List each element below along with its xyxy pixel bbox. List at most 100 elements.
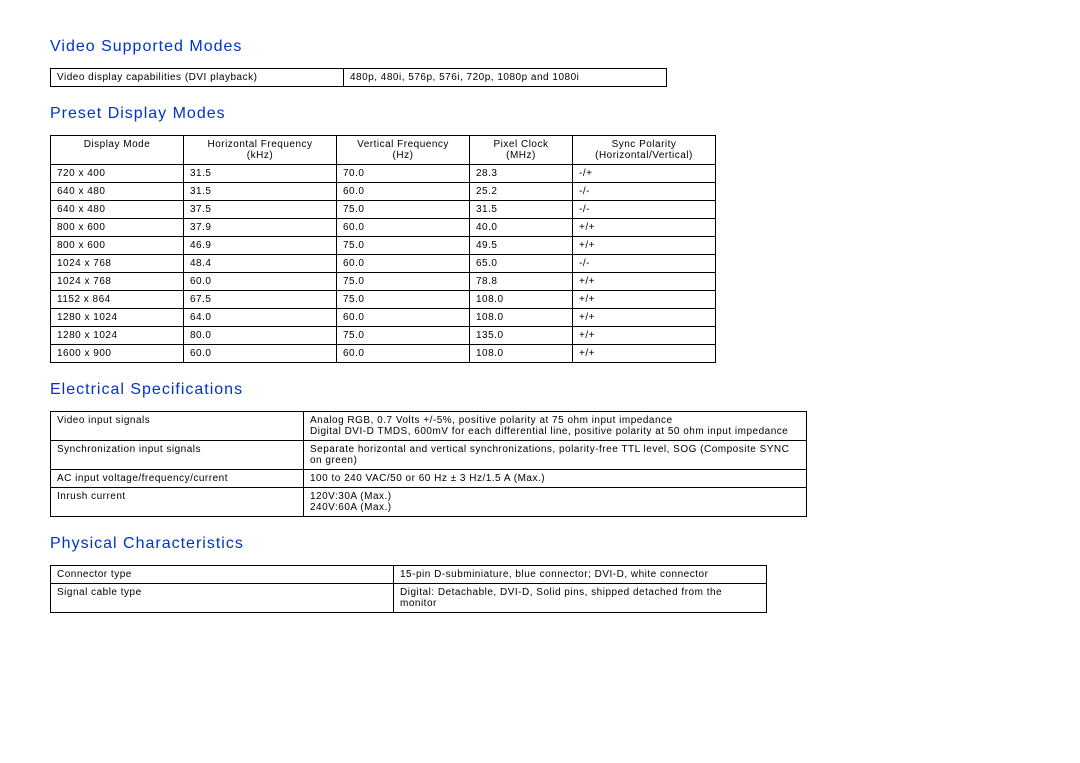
- table-row: 640 x 48037.575.031.5-/-: [51, 201, 716, 219]
- col-display-mode: Display Mode: [51, 136, 184, 165]
- section-title-electrical: Electrical Specifications: [50, 381, 1030, 399]
- cell: 108.0: [470, 345, 573, 363]
- cell-value: 15-pin D-subminiature, blue connector; D…: [394, 566, 767, 584]
- table-row: Video display capabilities (DVI playback…: [51, 69, 667, 87]
- cell-value: 100 to 240 VAC/50 or 60 Hz ± 3 Hz/1.5 A …: [304, 470, 807, 488]
- cell: 28.3: [470, 165, 573, 183]
- cell: 1024 x 768: [51, 273, 184, 291]
- cell-label: Signal cable type: [51, 584, 394, 613]
- cell: -/-: [573, 183, 716, 201]
- cell: 78.8: [470, 273, 573, 291]
- col-sync-polarity: Sync Polarity(Horizontal/Vertical): [573, 136, 716, 165]
- cell: -/-: [573, 201, 716, 219]
- cell-label: Connector type: [51, 566, 394, 584]
- table-row: Inrush current120V:30A (Max.)240V:60A (M…: [51, 488, 807, 517]
- table-row: Video input signalsAnalog RGB, 0.7 Volts…: [51, 412, 807, 441]
- cell: 40.0: [470, 219, 573, 237]
- cell: 49.5: [470, 237, 573, 255]
- cell: +/+: [573, 273, 716, 291]
- cell-value: Separate horizontal and vertical synchro…: [304, 441, 807, 470]
- cell: 60.0: [184, 345, 337, 363]
- cell-value: 120V:30A (Max.)240V:60A (Max.): [304, 488, 807, 517]
- cell: 60.0: [337, 183, 470, 201]
- electrical-specs-table: Video input signalsAnalog RGB, 0.7 Volts…: [50, 411, 807, 517]
- cell: 640 x 480: [51, 183, 184, 201]
- preset-modes-table: Display Mode Horizontal Frequency(kHz) V…: [50, 135, 716, 363]
- cell: 108.0: [470, 291, 573, 309]
- cell-label: Synchronization input signals: [51, 441, 304, 470]
- cell: 75.0: [337, 237, 470, 255]
- cell: 37.9: [184, 219, 337, 237]
- cell: 640 x 480: [51, 201, 184, 219]
- cell: 60.0: [337, 345, 470, 363]
- cell: 31.5: [184, 183, 337, 201]
- cell: 67.5: [184, 291, 337, 309]
- table-row: AC input voltage/frequency/current100 to…: [51, 470, 807, 488]
- col-pixel-clock: Pixel Clock(MHz): [470, 136, 573, 165]
- cell: +/+: [573, 237, 716, 255]
- cell: 1600 x 900: [51, 345, 184, 363]
- cell: 31.5: [470, 201, 573, 219]
- section-title-physical: Physical Characteristics: [50, 535, 1030, 553]
- cell-label: AC input voltage/frequency/current: [51, 470, 304, 488]
- cell: 64.0: [184, 309, 337, 327]
- cell-label: Video input signals: [51, 412, 304, 441]
- video-supported-table: Video display capabilities (DVI playback…: [50, 68, 667, 87]
- table-row: 640 x 48031.560.025.2-/-: [51, 183, 716, 201]
- col-vertical-freq: Vertical Frequency(Hz): [337, 136, 470, 165]
- cell: 720 x 400: [51, 165, 184, 183]
- table-row: 720 x 40031.570.028.3-/+: [51, 165, 716, 183]
- table-row: Signal cable typeDigital: Detachable, DV…: [51, 584, 767, 613]
- cell: -/+: [573, 165, 716, 183]
- cell: 60.0: [337, 219, 470, 237]
- cell: 75.0: [337, 201, 470, 219]
- cell: 70.0: [337, 165, 470, 183]
- cell: 1280 x 1024: [51, 309, 184, 327]
- table-row: 1600 x 90060.060.0108.0+/+: [51, 345, 716, 363]
- cell-label: Video display capabilities (DVI playback…: [51, 69, 344, 87]
- table-row: 800 x 60037.960.040.0+/+: [51, 219, 716, 237]
- cell: 31.5: [184, 165, 337, 183]
- cell: +/+: [573, 309, 716, 327]
- cell: 1152 x 864: [51, 291, 184, 309]
- cell-value: Digital: Detachable, DVI-D, Solid pins, …: [394, 584, 767, 613]
- cell: 75.0: [337, 291, 470, 309]
- cell: 37.5: [184, 201, 337, 219]
- cell: 108.0: [470, 309, 573, 327]
- cell: +/+: [573, 345, 716, 363]
- table-header-row: Display Mode Horizontal Frequency(kHz) V…: [51, 136, 716, 165]
- table-row: 1280 x 102464.060.0108.0+/+: [51, 309, 716, 327]
- cell: +/+: [573, 219, 716, 237]
- section-title-preset: Preset Display Modes: [50, 105, 1030, 123]
- cell: 800 x 600: [51, 219, 184, 237]
- section-title-video: Video Supported Modes: [50, 38, 1030, 56]
- cell: 75.0: [337, 273, 470, 291]
- table-row: 1024 x 76860.075.078.8+/+: [51, 273, 716, 291]
- cell: 800 x 600: [51, 237, 184, 255]
- physical-characteristics-table: Connector type15-pin D-subminiature, blu…: [50, 565, 767, 613]
- cell: 25.2: [470, 183, 573, 201]
- cell: 60.0: [184, 273, 337, 291]
- cell: +/+: [573, 291, 716, 309]
- cell: 48.4: [184, 255, 337, 273]
- cell: 60.0: [337, 255, 470, 273]
- table-row: Connector type15-pin D-subminiature, blu…: [51, 566, 767, 584]
- table-row: 1280 x 102480.075.0135.0+/+: [51, 327, 716, 345]
- cell-value: Analog RGB, 0.7 Volts +/-5%, positive po…: [304, 412, 807, 441]
- cell: 46.9: [184, 237, 337, 255]
- cell: 75.0: [337, 327, 470, 345]
- cell: -/-: [573, 255, 716, 273]
- cell: 80.0: [184, 327, 337, 345]
- cell: 1024 x 768: [51, 255, 184, 273]
- table-row: 1024 x 76848.460.065.0-/-: [51, 255, 716, 273]
- cell: 65.0: [470, 255, 573, 273]
- cell: 135.0: [470, 327, 573, 345]
- col-horizontal-freq: Horizontal Frequency(kHz): [184, 136, 337, 165]
- cell: 60.0: [337, 309, 470, 327]
- cell: +/+: [573, 327, 716, 345]
- table-row: 800 x 60046.975.049.5+/+: [51, 237, 716, 255]
- table-row: Synchronization input signalsSeparate ho…: [51, 441, 807, 470]
- cell: 1280 x 1024: [51, 327, 184, 345]
- table-row: 1152 x 86467.575.0108.0+/+: [51, 291, 716, 309]
- cell-label: Inrush current: [51, 488, 304, 517]
